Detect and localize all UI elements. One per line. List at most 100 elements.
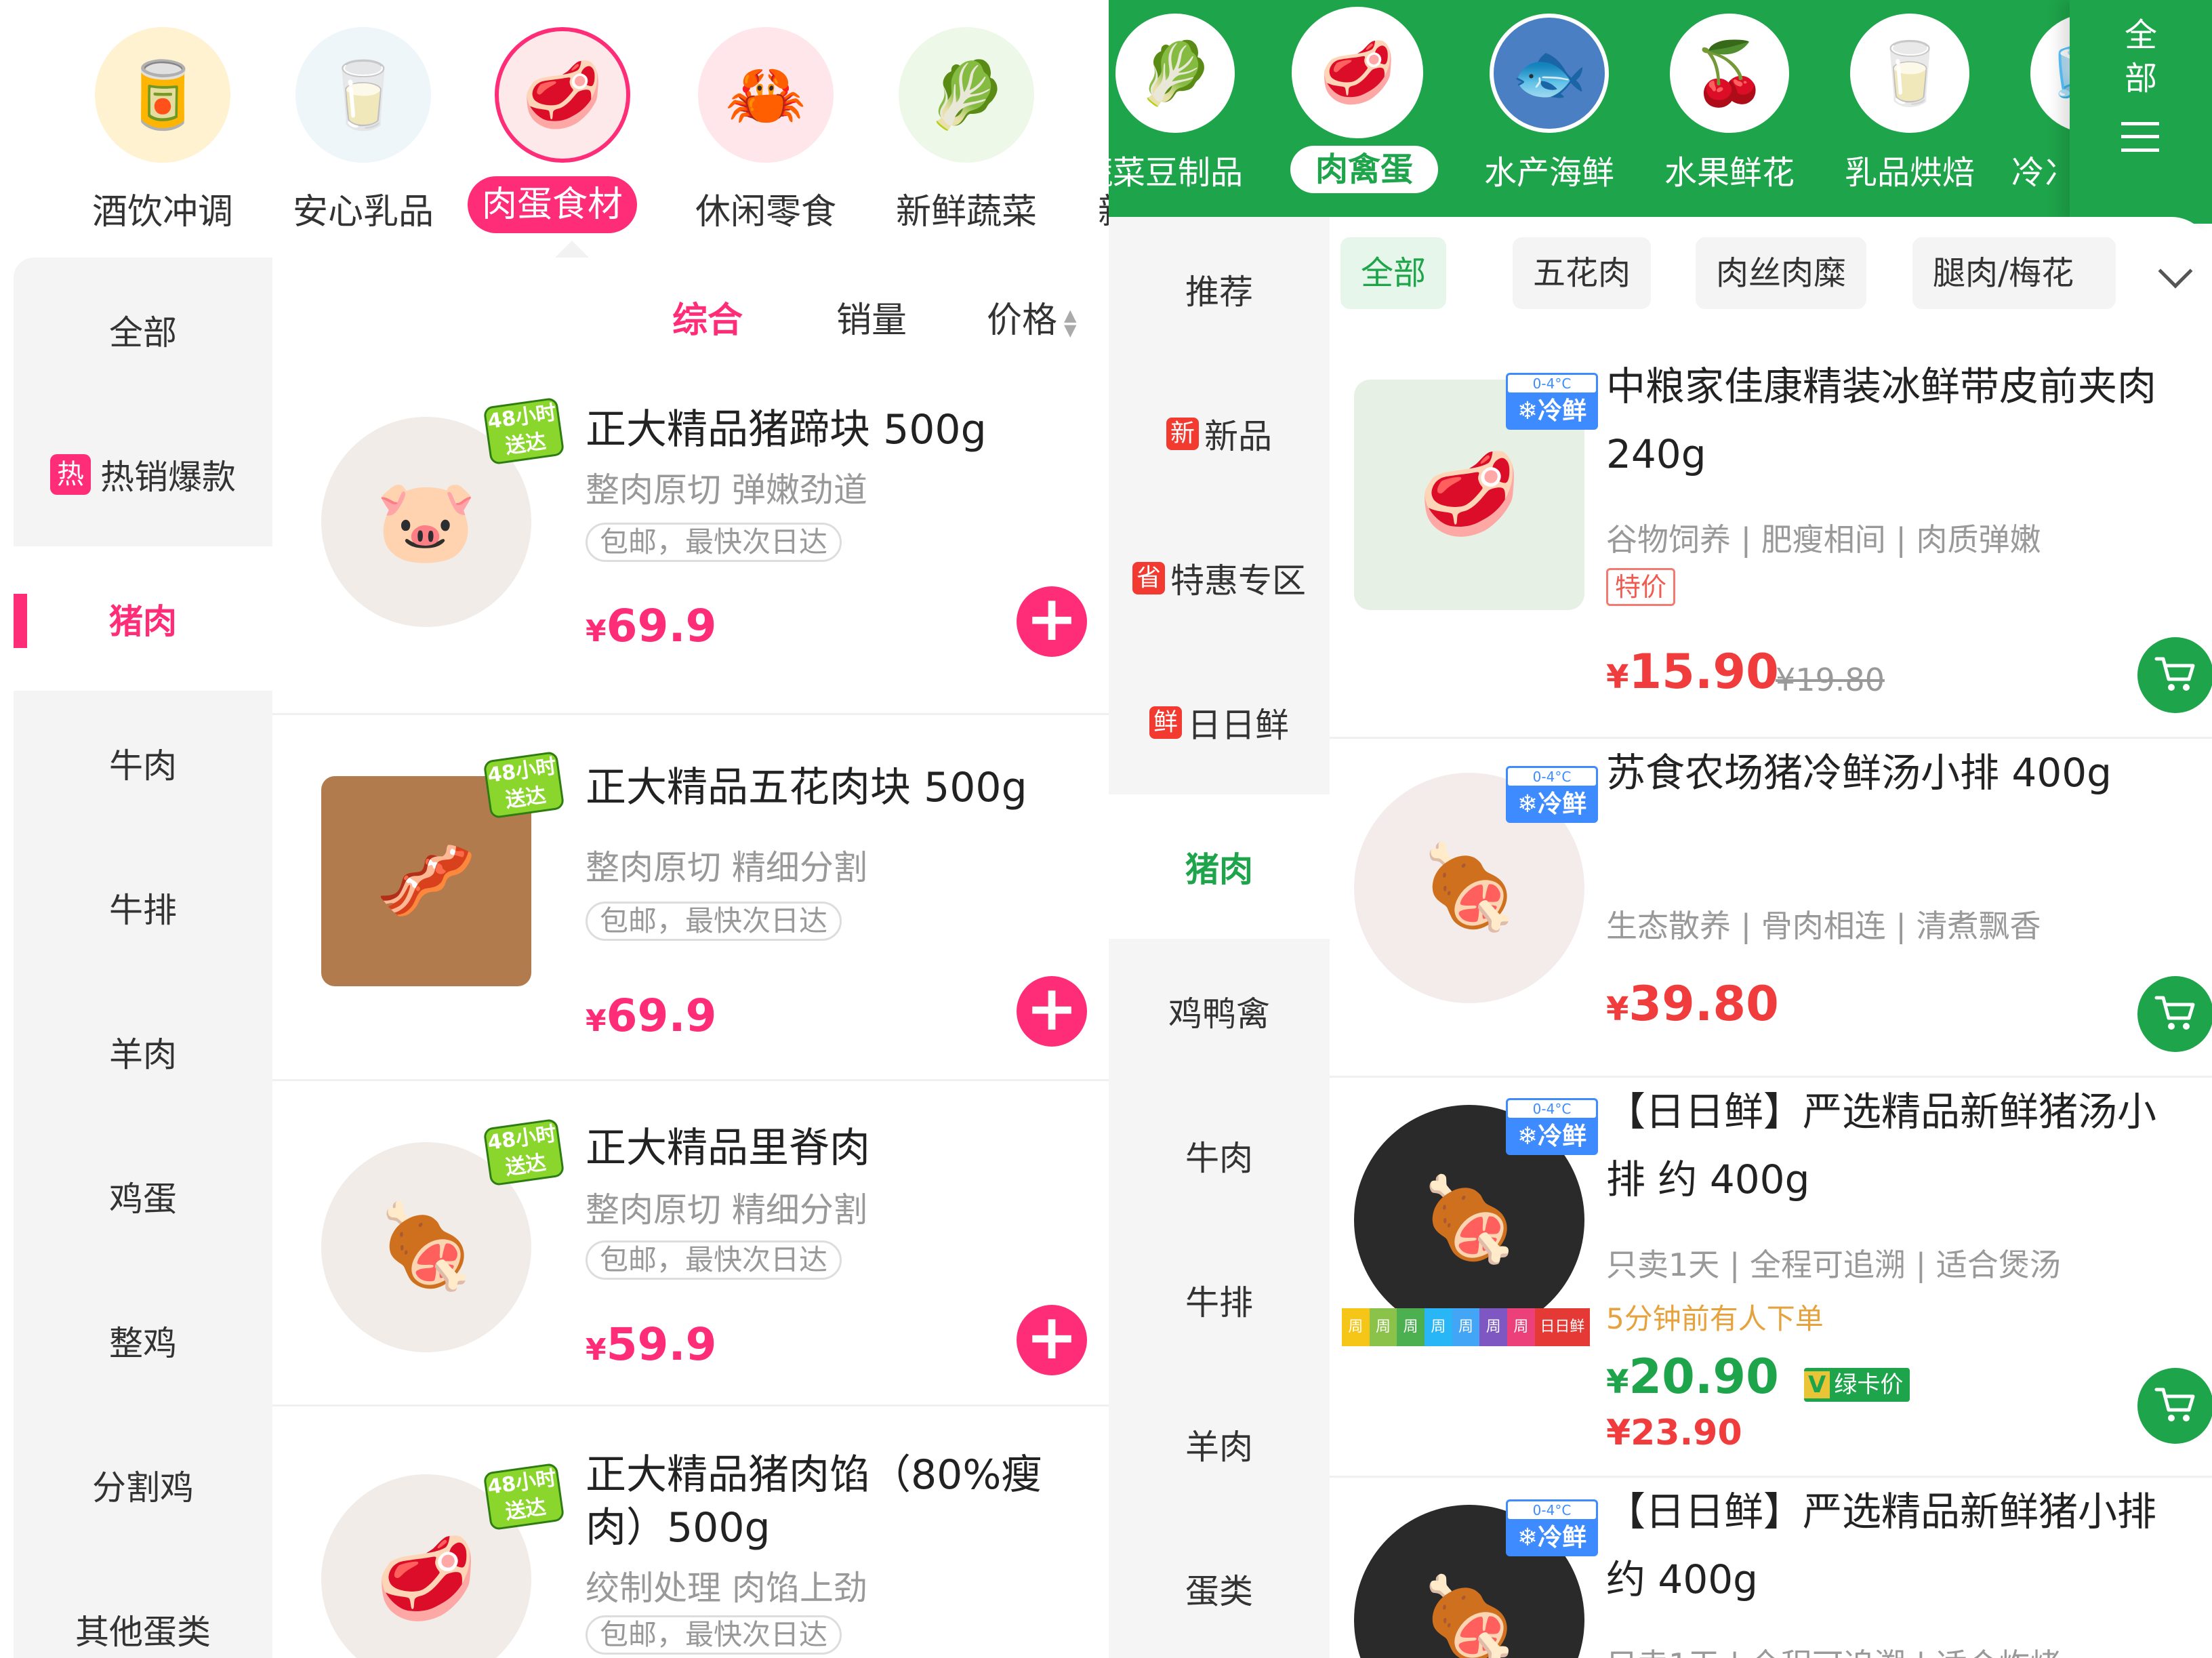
chip-shredded-minced[interactable]: 肉丝肉糜 [1696, 237, 1867, 309]
sidebar-item-label: 牛排 [109, 890, 177, 930]
new-tag: 新 [1166, 417, 1199, 450]
product-desc: 整肉原切 弹嫩劲道 [586, 470, 867, 510]
product-desc: 只卖1天 | 全程可追溯 | 适合煲汤 [1606, 1247, 2061, 1283]
left-app-panel: 🍊 果 🥫 酒饮冲调 🥛 安心乳品 🥩 肉蛋食材 🦀 休闲零食 🥬 新鲜蔬菜 新 [0, 0, 1109, 1658]
left-sidebar: 全部 热热销爆款 猪肉 牛肉 牛排 羊肉 鸡蛋 整鸡 分割鸡 其他蛋类 [14, 258, 272, 1658]
original-price: ¥19.80 [1776, 662, 1885, 698]
sidebar-item-chicken-parts[interactable]: 分割鸡 [14, 1413, 272, 1557]
category-label: 水果鲜花 [1664, 154, 1795, 192]
category-fruit-flowers[interactable]: 🍒 水果鲜花 [1643, 7, 1812, 210]
category-label: 蔬菜豆制品 [1109, 154, 1243, 192]
category-vegetables-tofu[interactable]: 🥬 蔬菜豆制品 [1109, 7, 1271, 210]
product-desc: 生态散养 | 骨肉相连 | 清煮飘香 [1606, 908, 2041, 944]
sidebar-item-label: 新品 [1204, 416, 1272, 456]
product-desc: 整肉原切 精细分割 [586, 1190, 867, 1230]
right-app-panel: 🥬 蔬菜豆制品 🥩 肉禽蛋 🐟 水产海鲜 🍒 水果鲜花 🥛 乳品烘焙 🧊 冷冫 … [1109, 0, 2212, 1658]
sort-comprehensive[interactable]: 综合 [672, 291, 743, 342]
product-card[interactable]: 🐷 48小时送达 正大精品猪蹄块 500g 整肉原切 弹嫩劲道 包邮，最快次日达… [272, 363, 1109, 715]
product-desc: 绞制处理 肉馅上劲 [586, 1569, 867, 1608]
sidebar-item-steak[interactable]: 牛排 [1109, 1228, 1330, 1372]
product-card[interactable]: 🍖 48小时送达 正大精品里脊肉 整肉原切 精细分割 包邮，最快次日达 ¥59.… [272, 1081, 1109, 1407]
product-card[interactable]: 🍖 0-4°C❄冷鲜 【日日鲜】严选精品新鲜猪小排 约 400g 只卖1天 | … [1330, 1478, 2212, 1658]
milk-box-icon: 🥛 [1850, 14, 1969, 133]
sidebar-item-eggs[interactable]: 鸡蛋 [14, 1124, 272, 1268]
chilled-badge: 0-4°C ❄冷鲜 [1506, 766, 1598, 823]
cart-icon [2154, 996, 2195, 1030]
sidebar-item-eggs[interactable]: 蛋类 [1109, 1516, 1330, 1658]
green-card-price-tag: V 绿卡价 [1804, 1368, 1910, 1402]
sidebar-item-lamb[interactable]: 羊肉 [14, 979, 272, 1124]
product-card[interactable]: 🍖 0-4°C ❄冷鲜 苏食农场猪冷鲜汤小排 400g 生态散养 | 骨肉相连 |… [1330, 739, 2212, 1078]
frozen-icon: 🧊 [2030, 14, 2071, 133]
product-price: ¥69.9 [586, 600, 717, 652]
category-drinks[interactable]: 🥫 酒饮冲调 [61, 20, 237, 244]
sidebar-item-beef[interactable]: 牛肉 [1109, 1083, 1330, 1228]
delivery-badge: 48小时送达 [483, 1462, 565, 1531]
add-to-cart-button[interactable]: + [1017, 976, 1087, 1047]
milk-icon: 🥛 [295, 27, 431, 163]
category-seafood[interactable]: 🐟 水产海鲜 [1462, 7, 1632, 210]
sidebar-item-label: 羊肉 [109, 1034, 177, 1074]
chilled-badge: 0-4°C ❄冷鲜 [1506, 373, 1598, 430]
category-meat-eggs[interactable]: 🥩 肉蛋食材 [461, 20, 637, 244]
shipping-tag: 包邮，最快次日达 [586, 1615, 842, 1655]
special-price-tag: 特价 [1606, 568, 1676, 606]
sort-sales[interactable]: 销量 [836, 291, 907, 342]
subcategory-chips: 全部 五花肉 肉丝肉糜 腿肉/梅花 [1330, 237, 2212, 339]
sidebar-item-poultry[interactable]: 鸡鸭禽 [1109, 939, 1330, 1083]
category-dairy[interactable]: 🥛 安心乳品 [262, 20, 438, 244]
sidebar-item-new[interactable]: 新新品 [1109, 361, 1330, 506]
category-frozen[interactable]: 🧊 冷冫 [2003, 7, 2071, 210]
product-card[interactable]: 🥩 48小时送达 正大精品猪肉馅（80%瘦肉）500g 绞制处理 肉馅上劲 包邮… [272, 1407, 1109, 1658]
product-card[interactable]: 🍖 0-4°C ❄冷鲜 周一 周二 周三 周四 周五 周六 周日 日日鲜 【日日鲜… [1330, 1078, 2212, 1478]
cherry-icon: 🍒 [1670, 14, 1789, 133]
sidebar-item-deals[interactable]: 省特惠专区 [1109, 506, 1330, 650]
category-vegetables[interactable]: 🥬 新鲜蔬菜 [865, 20, 1041, 244]
product-name: 【日日鲜】严选精品新鲜猪汤小排 约 400g [1606, 1089, 2157, 1202]
fresh-tag: 鲜 [1149, 706, 1182, 739]
sidebar-item-hot[interactable]: 热热销爆款 [14, 402, 272, 546]
chip-leg-shoulder[interactable]: 腿肉/梅花 [1912, 237, 2116, 309]
sort-arrows-icon: ▲ ▼ [1064, 306, 1077, 340]
chip-pork-belly[interactable]: 五花肉 [1513, 237, 1652, 309]
cart-button[interactable] [2137, 637, 2212, 713]
sidebar-item-recommend[interactable]: 推荐 [1109, 217, 1330, 361]
sidebar-item-whole-chicken[interactable]: 整鸡 [14, 1268, 272, 1413]
delivery-badge: 48小时送达 [483, 1118, 565, 1187]
category-partial[interactable]: 新 [1057, 20, 1109, 244]
cart-icon [2154, 1388, 2195, 1421]
category-label: 新 [1098, 183, 1109, 234]
category-snacks[interactable]: 🦀 休闲零食 [664, 20, 840, 244]
sort-price[interactable]: 价格 ▲ ▼ [987, 291, 1076, 342]
add-to-cart-button[interactable]: + [1017, 586, 1087, 657]
sidebar-item-all[interactable]: 全部 [14, 258, 272, 402]
category-dairy-bakery[interactable]: 🥛 乳品烘焙 [1823, 7, 1992, 210]
sidebar-item-beef[interactable]: 牛肉 [14, 691, 272, 835]
category-label: 水产海鲜 [1483, 154, 1614, 192]
product-card[interactable]: 🥩 0-4°C ❄冷鲜 中粮家佳康精装冰鲜带皮前夹肉 240g 谷物饲养 | 肥瘦… [1330, 352, 2212, 739]
weekday-strip: 周一 周二 周三 周四 周五 周六 周日 日日鲜 [1342, 1308, 1591, 1373]
sidebar-item-label: 鸡鸭禽 [1168, 994, 1270, 1034]
sidebar-item-other-eggs[interactable]: 其他蛋类 [14, 1557, 272, 1658]
sidebar-item-steak[interactable]: 牛排 [14, 835, 272, 979]
chip-all[interactable]: 全部 [1340, 237, 1447, 309]
add-to-cart-button[interactable]: + [1017, 1305, 1087, 1375]
all-categories-label: 全部 [2124, 16, 2157, 98]
category-fruit[interactable]: 🍊 果 [0, 20, 7, 244]
sidebar-item-pork[interactable]: 猪肉 [1109, 794, 1330, 939]
category-label: 酒饮冲调 [91, 192, 233, 232]
category-meat-poultry-eggs[interactable]: 🥩 肉禽蛋 [1278, 7, 1448, 210]
sidebar-item-pork[interactable]: 猪肉 [14, 546, 272, 691]
cart-button[interactable] [2137, 1368, 2212, 1444]
sidebar-item-lamb[interactable]: 羊肉 [1109, 1372, 1330, 1516]
right-sidebar: 推荐 新新品 省特惠专区 鲜日日鲜 猪肉 鸡鸭禽 牛肉 牛排 羊肉 蛋类 [1109, 217, 1330, 1658]
cart-button[interactable] [2137, 976, 2212, 1052]
chevron-down-icon[interactable] [2158, 254, 2193, 289]
product-card[interactable]: 🥓 48小时送达 正大精品五花肉块 500g 整肉原切 精细分割 包邮，最快次日… [272, 715, 1109, 1081]
sidebar-item-label: 猪肉 [109, 601, 177, 641]
all-categories-button[interactable]: 全部 [2070, 0, 2212, 224]
category-label: 冷冫 [2011, 154, 2071, 192]
product-name: 正大精品猪蹄块 500g [586, 406, 987, 453]
shipping-tag: 包邮，最快次日达 [586, 1240, 842, 1280]
sidebar-item-daily-fresh[interactable]: 鲜日日鲜 [1109, 650, 1330, 794]
